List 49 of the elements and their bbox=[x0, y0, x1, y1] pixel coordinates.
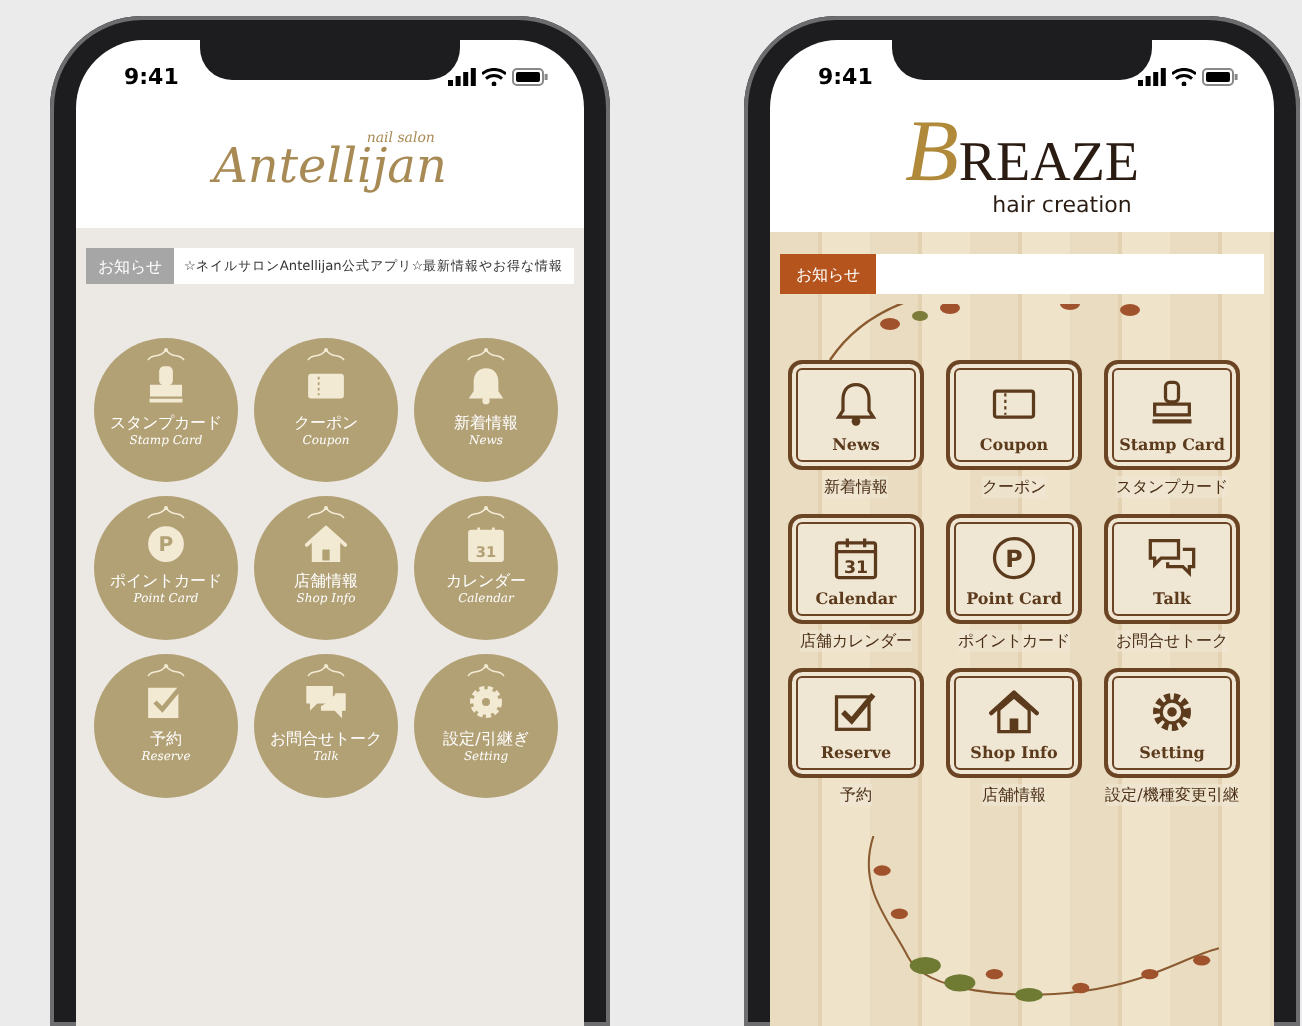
menu-button[interactable]: Shop Info bbox=[946, 668, 1082, 778]
menu-button[interactable]: P Point Card bbox=[946, 514, 1082, 624]
menu-button[interactable]: Setting bbox=[1104, 668, 1240, 778]
battery-icon bbox=[512, 67, 548, 85]
menu-caption: クーポン bbox=[982, 476, 1046, 498]
coin-icon: P bbox=[144, 522, 188, 566]
logo-text: REAZE bbox=[958, 135, 1140, 191]
crown-ornament-icon bbox=[306, 346, 346, 362]
logo-tagline: hair creation bbox=[992, 191, 1132, 217]
wifi-icon bbox=[482, 67, 506, 85]
signal-icon bbox=[1138, 67, 1166, 85]
crown-ornament-icon bbox=[466, 662, 506, 678]
menu-caption: 予約 bbox=[840, 784, 872, 806]
menu-button[interactable]: Coupon bbox=[946, 360, 1082, 470]
menu-caption: スタンプカード bbox=[1116, 476, 1228, 498]
clock-time: 9:41 bbox=[124, 63, 179, 89]
speech-bubbles-icon bbox=[304, 680, 348, 724]
signal-icon bbox=[448, 67, 476, 85]
logo-initial: B bbox=[904, 111, 959, 191]
crown-ornament-icon bbox=[466, 346, 506, 362]
notice-label: お知らせ bbox=[86, 248, 174, 284]
menu-caption: 新着情報 bbox=[824, 476, 888, 498]
house-icon bbox=[304, 522, 348, 566]
coin-icon: P bbox=[988, 531, 1040, 583]
house-icon bbox=[988, 685, 1040, 737]
crown-ornament-icon bbox=[146, 504, 186, 520]
wifi-icon bbox=[1172, 67, 1196, 85]
crown-ornament-icon bbox=[306, 662, 346, 678]
menu-button[interactable]: News bbox=[788, 360, 924, 470]
bell-icon bbox=[830, 377, 882, 429]
gear-icon bbox=[464, 680, 508, 724]
crown-ornament-icon bbox=[306, 504, 346, 520]
menu-button[interactable]: 31 Calendar bbox=[788, 514, 924, 624]
bell-icon bbox=[464, 364, 508, 408]
menu-button[interactable]: Reserve bbox=[788, 668, 924, 778]
notice-label: お知らせ bbox=[780, 254, 876, 294]
menu-caption: 店舗情報 bbox=[982, 784, 1046, 806]
menu-button[interactable]: Talk bbox=[1104, 514, 1240, 624]
crown-ornament-icon bbox=[466, 504, 506, 520]
menu-button[interactable]: Stamp Card bbox=[1104, 360, 1240, 470]
menu-caption: ポイントカード bbox=[958, 630, 1070, 652]
clock-time: 9:41 bbox=[818, 63, 873, 89]
crown-ornament-icon bbox=[146, 662, 186, 678]
stamp-icon bbox=[144, 364, 188, 408]
menu-caption: 設定/機種変更引継 bbox=[1105, 784, 1239, 806]
battery-icon bbox=[1202, 67, 1238, 85]
menu-caption: 店舗カレンダー bbox=[800, 630, 912, 652]
menu-caption: お問合せトーク bbox=[1116, 630, 1228, 652]
crown-ornament-icon bbox=[146, 346, 186, 362]
